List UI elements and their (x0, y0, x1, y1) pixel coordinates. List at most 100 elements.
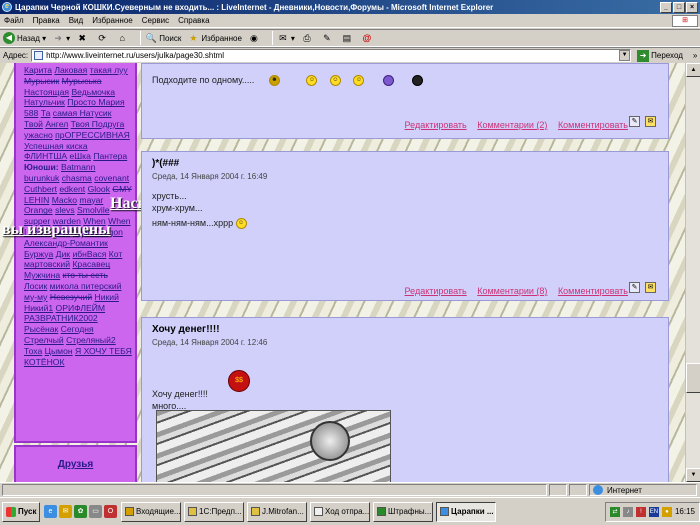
sidebar-user-link[interactable]: Smolvile (77, 205, 109, 215)
friends-link[interactable]: Друзья (58, 459, 93, 470)
sidebar-user-link[interactable]: Glook (88, 184, 110, 194)
back-button[interactable]: ◀ Назад ▾ (3, 32, 46, 44)
sidebar-user-link[interactable]: Никий (95, 292, 119, 302)
sidebar-user-link[interactable]: Мурысик (24, 76, 59, 86)
sidebar-user-link[interactable]: Стрелчый (24, 335, 64, 345)
tray-icon[interactable]: ● (661, 506, 672, 517)
sidebar-user-link[interactable]: КОТЁНОК (24, 357, 64, 367)
sidebar-user-link[interactable]: Буржуа (24, 249, 53, 259)
icq-icon[interactable]: ✿ (74, 505, 87, 518)
language-indicator[interactable]: EN (648, 506, 659, 517)
sidebar-user-link[interactable]: Стреляный2 (66, 335, 116, 345)
sidebar-user-link[interactable]: ибнВася (72, 249, 106, 259)
sidebar-user-link[interactable]: Ведьмочка (71, 87, 115, 97)
messenger-button[interactable]: @ (361, 32, 375, 44)
task-button-inbox[interactable]: Входящие... (121, 501, 181, 522)
sidebar-user-link[interactable]: прОГРЕССИВНАЯ (55, 130, 130, 140)
sidebar-user-link[interactable]: ФЛИНТША (24, 151, 67, 161)
volume-icon[interactable]: ♪ (622, 506, 633, 517)
comment-link[interactable]: Комментировать (558, 286, 628, 296)
sidebar-user-link[interactable]: РАЗВРАТНИК2002 (24, 313, 98, 323)
sidebar-user-link[interactable]: Orange (24, 205, 53, 215)
sidebar-user-link[interactable]: Никий1 (24, 303, 53, 313)
ie-icon[interactable]: e (44, 505, 57, 518)
sidebar-user-link[interactable]: Тоха (24, 346, 42, 356)
sidebar-user-link[interactable]: му-му (24, 292, 47, 302)
sidebar-user-link[interactable]: LEHIN (24, 195, 49, 205)
sidebar-user-link[interactable]: Лосик (24, 281, 47, 291)
sidebar-user-link[interactable]: Успешная киска (24, 141, 88, 151)
menu-help[interactable]: Справка (178, 16, 209, 25)
sidebar-user-link[interactable]: Твоя Подруга (71, 119, 125, 129)
task-button-fines[interactable]: Штрафны... (373, 501, 433, 522)
sidebar-user-link[interactable]: Cuthbert (24, 184, 57, 194)
sidebar-user-link[interactable]: Натульчик (24, 97, 65, 107)
sidebar-user-link[interactable]: edkent (59, 184, 85, 194)
task-button-mitrofan[interactable]: J.Mitrofan... (247, 501, 307, 522)
address-input[interactable]: http://www.liveinternet.ru/users/julka/p… (31, 49, 632, 62)
print-button[interactable]: ⎙ (301, 32, 315, 44)
sidebar-user-link[interactable]: Ангел (45, 119, 68, 129)
sidebar-user-link[interactable]: slevs (55, 205, 75, 215)
sidebar-user-link[interactable]: Настоящая (24, 87, 69, 97)
task-button-1c[interactable]: 1С:Предп... (184, 501, 244, 522)
media-button[interactable]: ◉ (248, 32, 262, 44)
sidebar-user-link[interactable]: Невезучий (50, 292, 92, 302)
vertical-scrollbar[interactable]: ▲ ▼ (685, 63, 700, 482)
sidebar-user-link[interactable]: Александр-Романтик (24, 238, 108, 248)
sidebar-user-link[interactable]: кто-ты есть (63, 270, 108, 280)
sidebar-user-link[interactable]: Batmann (61, 162, 95, 172)
sidebar-user-link[interactable]: mayar (79, 195, 103, 205)
sidebar-user-link[interactable]: Сегодня (61, 324, 94, 334)
outlook-icon[interactable]: ✉ (59, 505, 72, 518)
menu-tools[interactable]: Сервис (142, 16, 169, 25)
sidebar-user-link[interactable]: такая луу (90, 65, 128, 75)
sidebar-user-link[interactable]: Мурыська (62, 76, 102, 86)
sidebar-user-link[interactable]: Macko (52, 195, 77, 205)
sidebar-user-link[interactable]: ужасно (24, 130, 53, 140)
antivirus-icon[interactable]: ! (635, 506, 646, 517)
opera-icon[interactable]: O (104, 505, 117, 518)
start-button[interactable]: Пуск (2, 501, 40, 522)
task-button-ie[interactable]: Царапки ... (436, 501, 496, 522)
minimize-button[interactable]: _ (660, 1, 672, 13)
menu-favorites[interactable]: Избранное (92, 16, 133, 25)
sidebar-user-link[interactable]: GMY (112, 184, 131, 194)
task-button-send[interactable]: Ход отпра... (310, 501, 370, 522)
sidebar-user-link[interactable]: covenant (94, 173, 129, 183)
go-button[interactable]: ➜ Переход (637, 49, 683, 62)
sidebar-user-link[interactable]: микола питерский (50, 281, 122, 291)
sidebar-user-link[interactable]: Пантера (93, 151, 127, 161)
menu-view[interactable]: Вид (69, 16, 83, 25)
close-button[interactable]: × (686, 1, 698, 13)
links-chevron[interactable]: » (693, 51, 697, 60)
desktop-icon[interactable]: ▭ (89, 505, 102, 518)
forward-button[interactable]: ➜ ▾ (52, 32, 70, 44)
edit-post-icon[interactable]: ✎ (629, 282, 640, 293)
sidebar-user-link[interactable]: Дик (56, 249, 70, 259)
favorites-button[interactable]: ★ Избранное (187, 32, 242, 44)
mail-button[interactable]: ✉ ▾ (277, 32, 295, 44)
sidebar-user-link[interactable]: chasma (62, 173, 92, 183)
maximize-button[interactable]: □ (673, 1, 685, 13)
edit-page-button[interactable]: ✎ (321, 32, 335, 44)
menu-edit[interactable]: Правка (33, 16, 60, 25)
overlay-text-line2[interactable]: вы извращены (2, 221, 111, 239)
edit-link[interactable]: Редактировать (405, 120, 467, 130)
edit-post-icon[interactable]: ✎ (629, 116, 640, 127)
sidebar-user-link[interactable]: самая Натусик (53, 108, 112, 118)
search-button[interactable]: 🔍 Поиск (145, 32, 182, 44)
home-button[interactable]: ⌂ (116, 32, 130, 44)
sidebar-user-link[interactable]: еШка (70, 151, 91, 161)
comments-link[interactable]: Комментарии (2) (477, 120, 547, 130)
comment-link[interactable]: Комментировать (558, 120, 628, 130)
sidebar-user-link[interactable]: Я ХОЧУ ТЕБЯ (75, 346, 132, 356)
scroll-up-button[interactable]: ▲ (686, 63, 700, 77)
comments-link[interactable]: Комментарии (8) (477, 286, 547, 296)
sidebar-user-link[interactable]: ОРИФЛЕЙМ (56, 303, 106, 313)
sidebar-user-link[interactable]: burunkuk (24, 173, 59, 183)
discuss-button[interactable]: ▤ (341, 32, 355, 44)
address-dropdown-button[interactable]: ▼ (619, 50, 631, 61)
sidebar-user-link[interactable]: Карита (24, 65, 52, 75)
scroll-thumb[interactable] (686, 363, 700, 393)
